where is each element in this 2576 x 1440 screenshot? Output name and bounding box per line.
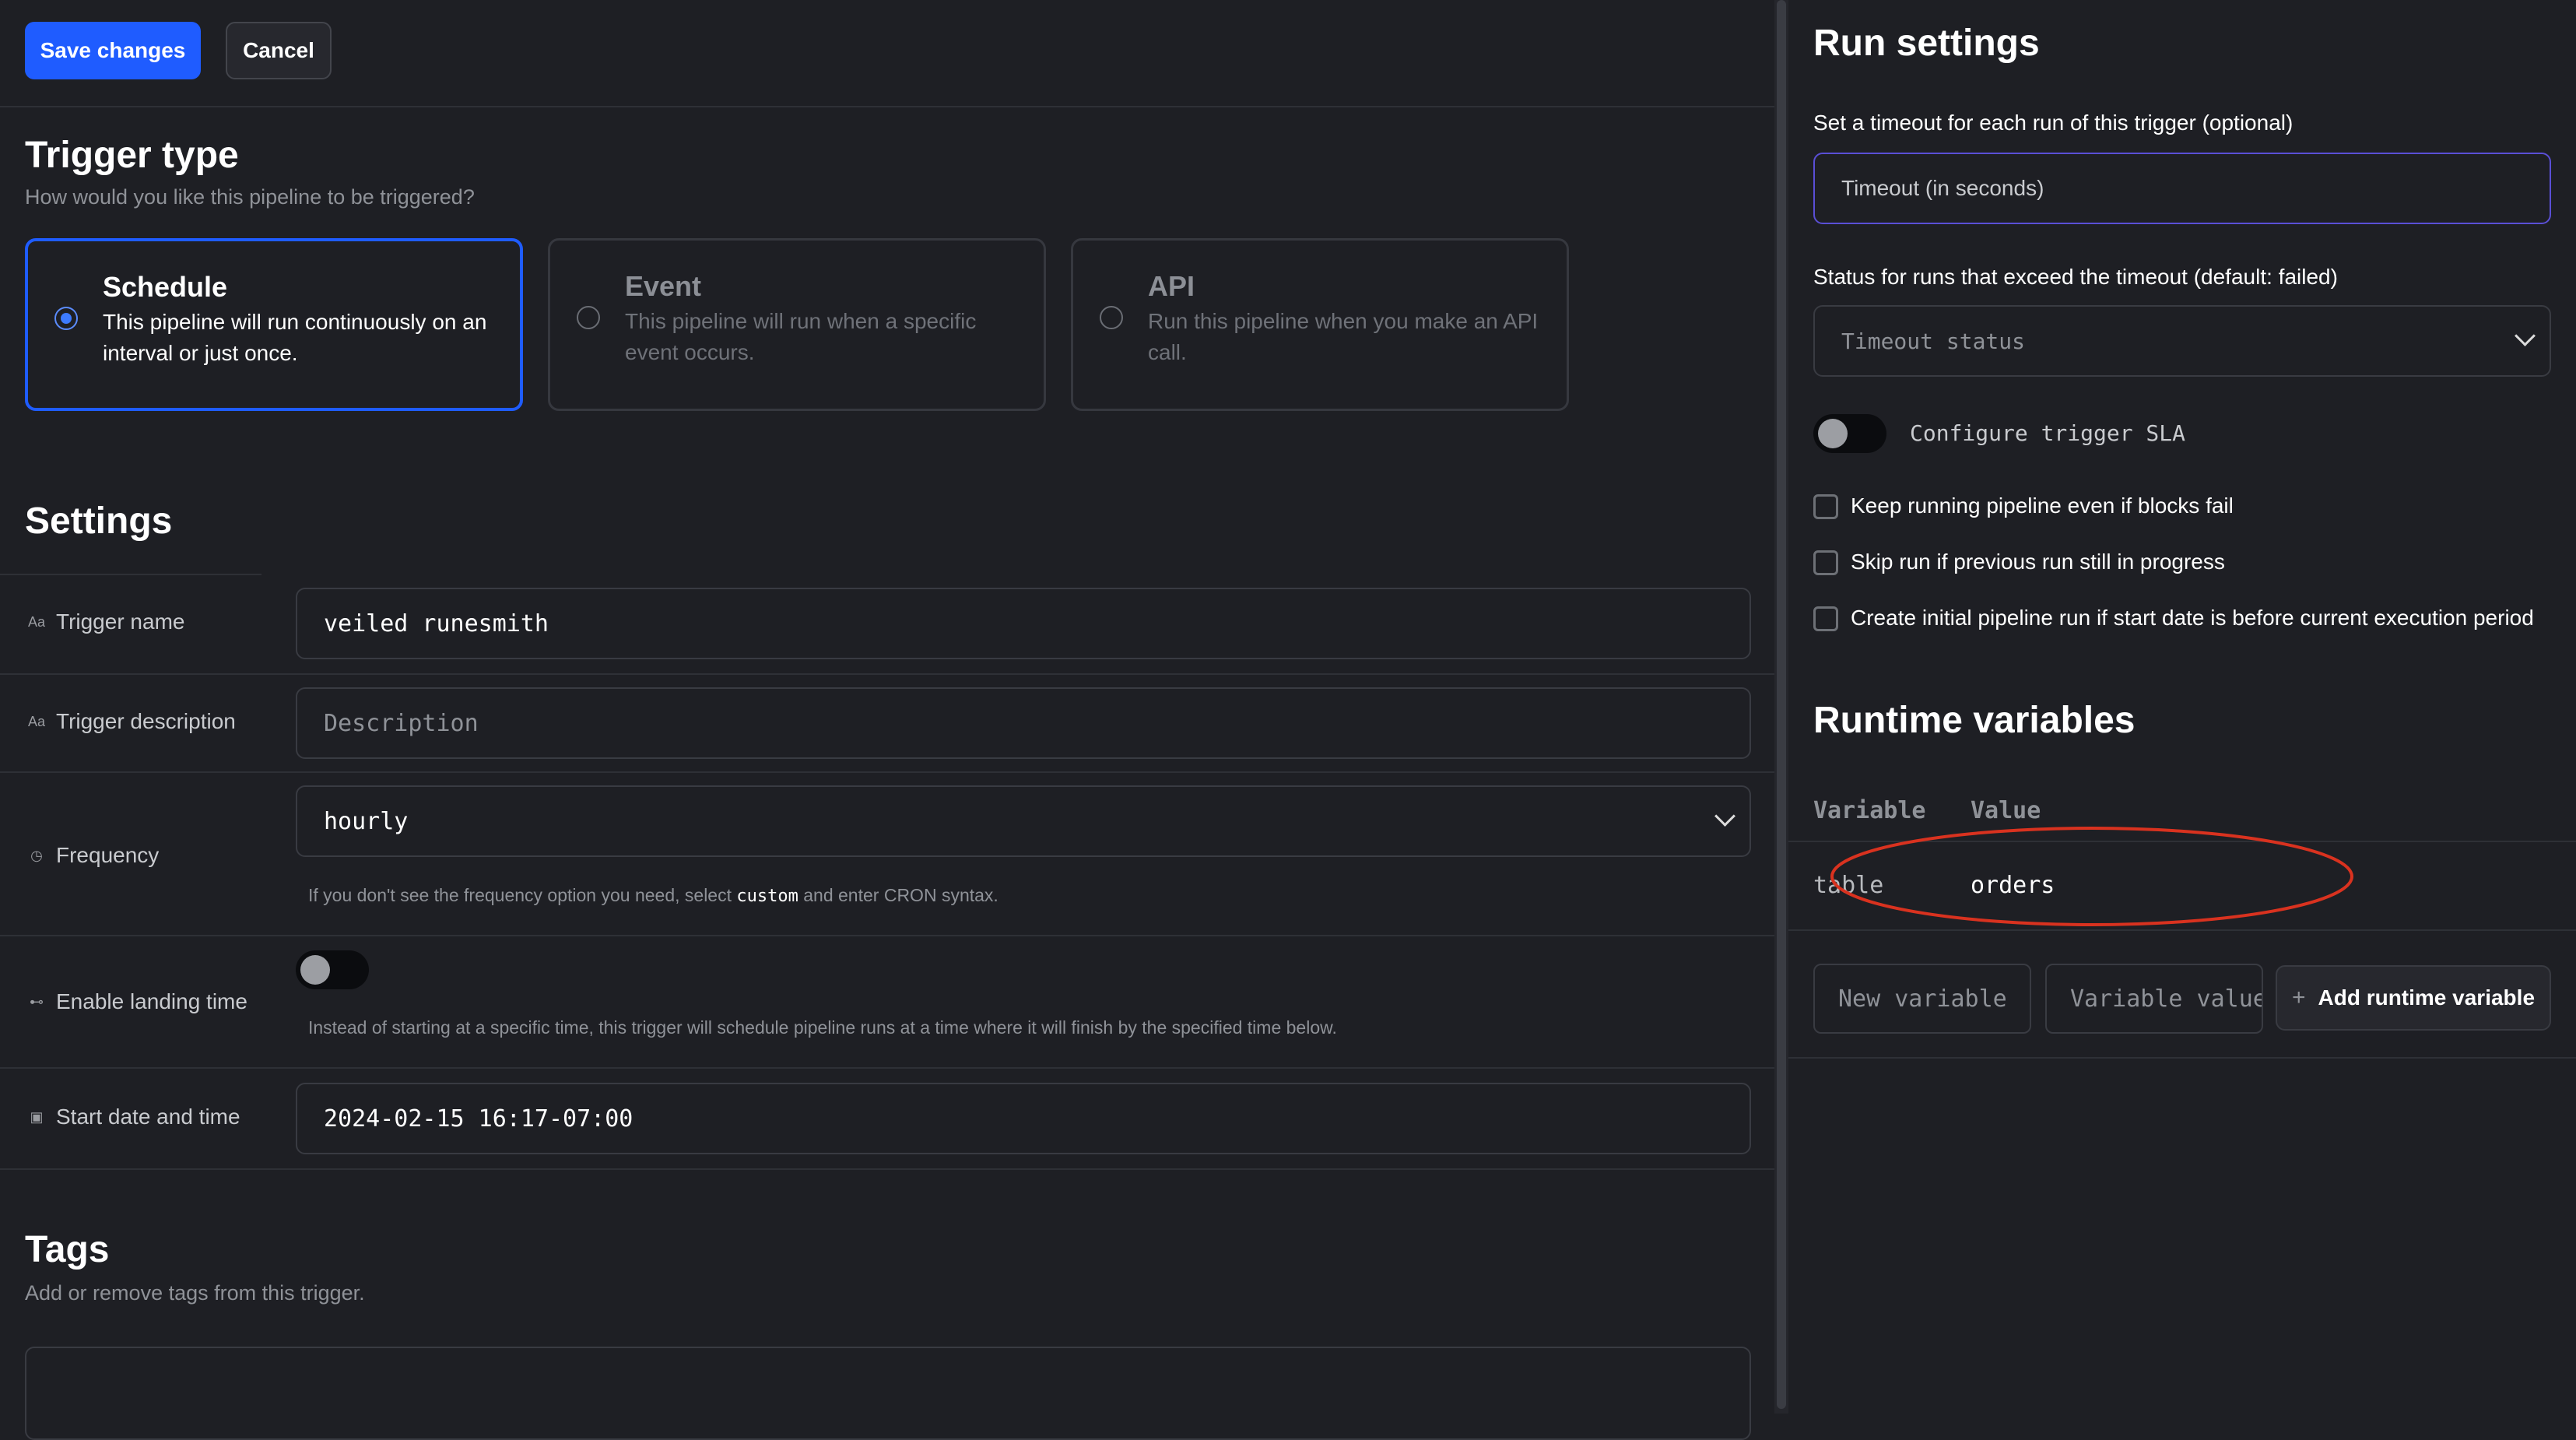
- event-description: This pipeline will run when a specific e…: [625, 309, 977, 364]
- tags-subtitle: Add or remove tags from this trigger.: [25, 1281, 365, 1305]
- variable-value-cell: orders: [1971, 872, 2055, 899]
- frequency-hint-code: custom: [736, 887, 798, 906]
- variable-name-cell: table: [1813, 872, 1884, 899]
- landing-time-row: ⊷ Enable landing time Instead of startin…: [0, 935, 1774, 1069]
- create-initial-run-checkbox[interactable]: [1813, 606, 1838, 631]
- chevron-down-icon: [2515, 325, 2536, 346]
- keep-running-checkbox[interactable]: [1813, 494, 1838, 519]
- timeout-status-placeholder: Timeout status: [1841, 328, 2026, 354]
- add-runtime-variable-label: Add runtime variable: [2318, 985, 2536, 1010]
- landing-time-label: ⊷ Enable landing time: [25, 989, 247, 1014]
- frequency-hint-text: If you don't see the frequency option yo…: [308, 885, 737, 905]
- trigger-description-input[interactable]: Description: [296, 687, 1751, 759]
- trigger-name-label-text: Trigger name: [56, 609, 185, 634]
- trigger-name-row: Aa Trigger name veiled runesmith: [0, 574, 1774, 673]
- sla-label: Configure trigger SLA: [1910, 420, 2186, 446]
- api-description: Run this pipeline when you make an API c…: [1148, 309, 1539, 364]
- schedule-title: Schedule: [103, 271, 228, 303]
- landing-time-label-text: Enable landing time: [56, 989, 247, 1013]
- settings-heading: Settings: [25, 500, 173, 542]
- start-date-input[interactable]: 2024-02-15 16:17-07:00: [296, 1083, 1751, 1154]
- frequency-hint-text-end: and enter CRON syntax.: [798, 885, 998, 905]
- api-title: API: [1148, 270, 1195, 302]
- add-runtime-variable-button[interactable]: + Add runtime variable: [2276, 965, 2551, 1031]
- keep-running-label: Keep running pipeline even if blocks fai…: [1851, 493, 2234, 518]
- landing-time-toggle[interactable]: [296, 950, 369, 989]
- frequency-label: ◷ Frequency: [25, 843, 159, 868]
- start-date-row: ▣ Start date and time 2024-02-15 16:17-0…: [0, 1067, 1774, 1170]
- schedule-description: This pipeline will run continuously on a…: [103, 310, 487, 365]
- timeout-status-label: Status for runs that exceed the timeout …: [1813, 265, 2338, 289]
- start-date-label-text: Start date and time: [56, 1105, 240, 1129]
- plus-icon: +: [2291, 985, 2306, 1010]
- trigger-type-heading: Trigger type: [25, 135, 239, 176]
- frequency-hint: If you don't see the frequency option yo…: [308, 885, 998, 906]
- frequency-row: ◷ Frequency hourly If you don't see the …: [0, 771, 1774, 936]
- trigger-description-label: Aa Trigger description: [25, 709, 236, 734]
- sla-toggle[interactable]: [1813, 414, 1886, 453]
- frequency-label-text: Frequency: [56, 843, 160, 867]
- table-row: table orders: [1788, 842, 2576, 929]
- landing-time-hint: Instead of starting at a specific time, …: [308, 1017, 1337, 1038]
- toggle-icon: ⊷: [30, 993, 44, 1010]
- event-radio[interactable]: [577, 306, 600, 329]
- text-type-icon: Aa: [27, 713, 46, 729]
- cancel-button[interactable]: Cancel: [226, 22, 332, 79]
- calendar-icon: ▣: [30, 1108, 44, 1125]
- timeout-status-select[interactable]: Timeout status: [1813, 305, 2551, 377]
- text-type-icon: Aa: [27, 613, 46, 630]
- scrollbar-thumb[interactable]: [1777, 0, 1786, 1409]
- skip-run-label: Skip run if previous run still in progre…: [1851, 550, 2225, 574]
- trigger-name-input[interactable]: veiled runesmith: [296, 588, 1751, 659]
- panel-divider-scrollbar[interactable]: [1774, 0, 1788, 1414]
- event-title: Event: [625, 270, 702, 302]
- skip-run-checkbox[interactable]: [1813, 550, 1838, 575]
- trigger-name-label: Aa Trigger name: [25, 609, 185, 634]
- timeout-label: Set a timeout for each run of this trigg…: [1813, 111, 2293, 135]
- run-settings-panel: Run settings Set a timeout for each run …: [1788, 0, 2576, 1414]
- trigger-option-schedule[interactable]: Schedule This pipeline will run continuo…: [25, 238, 523, 411]
- trigger-type-subtitle: How would you like this pipeline to be t…: [25, 185, 475, 209]
- variable-column-header: Variable: [1813, 797, 1926, 824]
- variable-value-input[interactable]: Variable value: [2045, 964, 2263, 1034]
- trigger-editor-panel: Save changes Cancel Trigger type How wou…: [0, 0, 1774, 1440]
- clock-icon: ◷: [30, 847, 43, 863]
- run-settings-heading: Run settings: [1813, 23, 2040, 64]
- trigger-option-event[interactable]: Event This pipeline will run when a spec…: [548, 238, 1046, 411]
- tags-heading: Tags: [25, 1229, 110, 1270]
- frequency-value: hourly: [324, 807, 409, 835]
- trigger-option-api[interactable]: API Run this pipeline when you make an A…: [1071, 238, 1569, 411]
- table-footer-divider: [1788, 1057, 2576, 1059]
- toolbar: Save changes Cancel: [0, 0, 1774, 107]
- table-divider: [1788, 929, 2576, 931]
- timeout-input[interactable]: Timeout (in seconds): [1813, 153, 2551, 224]
- schedule-radio[interactable]: [54, 307, 78, 330]
- value-column-header: Value: [1971, 797, 2041, 824]
- new-variable-input[interactable]: New variable: [1813, 964, 2031, 1034]
- start-date-label: ▣ Start date and time: [25, 1105, 240, 1129]
- tags-input[interactable]: [25, 1347, 1751, 1440]
- save-changes-button[interactable]: Save changes: [25, 22, 201, 79]
- chevron-down-icon: [1714, 806, 1735, 827]
- trigger-description-row: Aa Trigger description Description: [0, 673, 1774, 773]
- runtime-variables-heading: Runtime variables: [1813, 700, 2136, 741]
- create-initial-run-label: Create initial pipeline run if start dat…: [1851, 606, 2534, 630]
- trigger-description-label-text: Trigger description: [56, 709, 236, 733]
- frequency-select[interactable]: hourly: [296, 785, 1751, 857]
- api-radio[interactable]: [1100, 306, 1123, 329]
